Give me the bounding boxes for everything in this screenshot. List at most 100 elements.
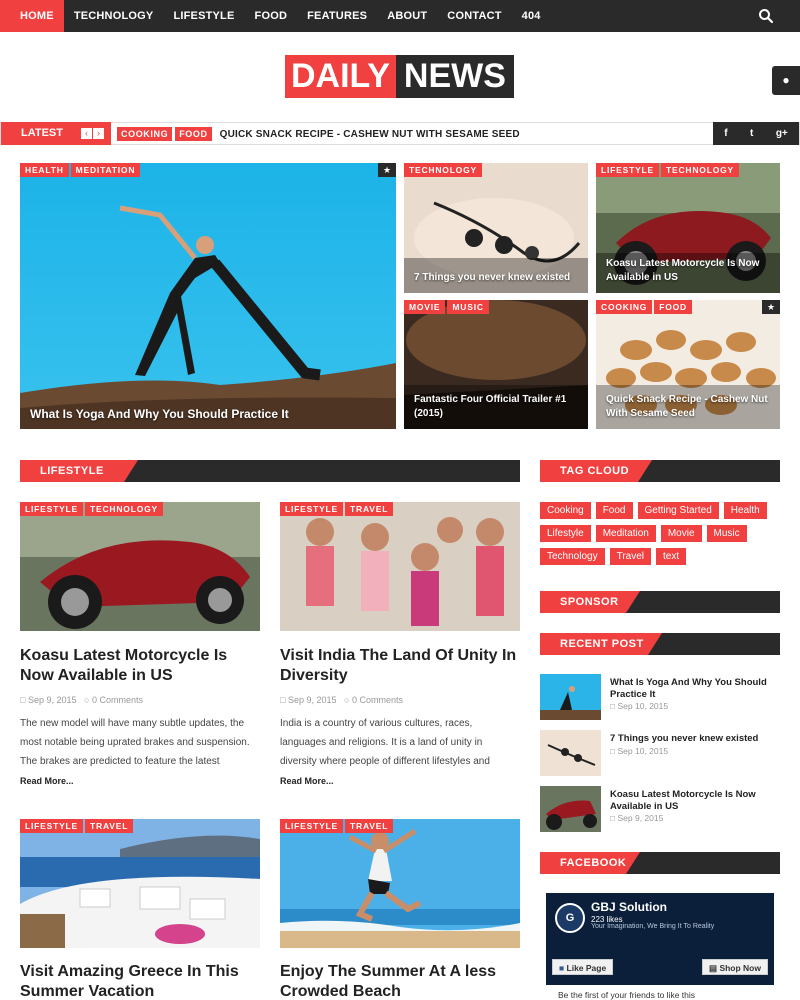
post-thumbnail[interactable]: LIFESTYLE TRAVEL <box>20 819 260 948</box>
tag-cloud-item[interactable]: Meditation <box>595 525 656 542</box>
ticker-tag[interactable]: FOOD <box>175 127 212 141</box>
tag-badge[interactable]: TRAVEL <box>85 819 134 833</box>
tag-cloud-item[interactable]: Music <box>706 525 747 542</box>
recent-post-thumbnail <box>540 730 601 776</box>
like-page-button[interactable]: ■ Like Page <box>552 959 614 975</box>
facebook-page-name[interactable]: GBJ Solution <box>591 900 667 914</box>
recent-post-title[interactable]: Koasu Latest Motorcycle Is Now Available… <box>610 789 775 813</box>
star-icon: ★ <box>762 300 780 314</box>
featured-tile[interactable]: LIFESTYLE TECHNOLOGY Koasu Latest Motorc… <box>596 163 780 293</box>
nav-about[interactable]: ABOUT <box>377 0 437 32</box>
tile-title[interactable]: 7 Things you never knew existed <box>414 271 578 285</box>
tag-badge[interactable]: LIFESTYLE <box>20 502 84 516</box>
recent-post-thumbnail <box>540 786 601 832</box>
latest-ticker: LATEST ‹ › COOKING FOOD QUICK SNACK RECI… <box>0 122 800 145</box>
section-header-lifestyle: LIFESTYLE <box>20 460 520 482</box>
read-more-link[interactable]: Read More... <box>20 776 74 786</box>
tag-badge[interactable]: TECHNOLOGY <box>85 502 163 516</box>
post-title[interactable]: Visit India The Land Of Unity In Diversi… <box>280 646 520 686</box>
featured-tile[interactable]: TECHNOLOGY 7 Things you never knew exist… <box>404 163 588 293</box>
ticker-tag[interactable]: COOKING <box>117 127 173 141</box>
tile-title[interactable]: What Is Yoga And Why You Should Practice… <box>30 407 386 421</box>
tag-badge[interactable]: TRAVEL <box>345 819 394 833</box>
post-comments[interactable]: 0 Comments <box>92 695 143 705</box>
featured-tile[interactable]: MOVIE MUSIC Fantastic Four Official Trai… <box>404 300 588 429</box>
post-comments[interactable]: 0 Comments <box>352 695 403 705</box>
post-title[interactable]: Koasu Latest Motorcycle Is Now Available… <box>20 646 260 686</box>
nav-home[interactable]: HOME <box>0 0 64 32</box>
tag-cloud-item[interactable]: Getting Started <box>637 502 719 519</box>
tag-badge[interactable]: MUSIC <box>447 300 489 314</box>
recent-post-date: □ Sep 10, 2015 <box>610 701 669 711</box>
tag-badge[interactable]: LIFESTYLE <box>280 819 344 833</box>
nav-food[interactable]: FOOD <box>245 0 298 32</box>
tag-cloud-item[interactable]: Lifestyle <box>540 525 591 542</box>
tile-tags: LIFESTYLE TECHNOLOGY <box>596 163 739 177</box>
read-more-link[interactable]: Read More... <box>280 776 334 786</box>
tile-tags: TECHNOLOGY <box>404 163 482 177</box>
tile-tags: HEALTH MEDITATION <box>20 163 141 177</box>
cart-icon: ▤ <box>709 963 718 973</box>
tag-badge[interactable]: TECHNOLOGY <box>661 163 739 177</box>
featured-tile-large[interactable]: HEALTH MEDITATION ★ What Is Yoga And Why… <box>20 163 396 429</box>
tag-cloud-item[interactable]: Technology <box>540 548 605 565</box>
tag-badge[interactable]: TRAVEL <box>345 502 394 516</box>
chevron-left-icon[interactable]: ‹ <box>81 128 92 139</box>
twitter-icon[interactable]: t <box>750 128 753 139</box>
post-date: Sep 9, 2015 <box>27 695 77 705</box>
recent-post-date: □ Sep 10, 2015 <box>610 746 669 756</box>
tile-title[interactable]: Fantastic Four Official Trailer #1 (2015… <box>414 393 578 421</box>
tile-title[interactable]: Quick Snack Recipe - Cashew Nut With Ses… <box>606 393 770 421</box>
drop-icon[interactable]: ● <box>772 66 800 95</box>
nav-contact[interactable]: CONTACT <box>437 0 511 32</box>
ticker-content[interactable]: COOKING FOOD QUICK SNACK RECIPE - CASHEW… <box>117 127 520 141</box>
calendar-icon: □ <box>280 695 286 705</box>
tag-cloud-item[interactable]: Travel <box>609 548 652 565</box>
tile-title[interactable]: Koasu Latest Motorcycle Is Now Available… <box>606 257 770 285</box>
nav-features[interactable]: FEATURES <box>297 0 377 32</box>
tag-badge[interactable]: LIFESTYLE <box>20 819 84 833</box>
post-thumbnail[interactable]: LIFESTYLE TECHNOLOGY <box>20 502 260 631</box>
post-title[interactable]: Visit Amazing Greece In This Summer Vaca… <box>20 962 260 1000</box>
tag-cloud-item[interactable]: Health <box>723 502 767 519</box>
recent-post-item[interactable]: Koasu Latest Motorcycle Is Now Available… <box>540 786 780 834</box>
search-icon[interactable] <box>758 8 774 24</box>
comment-icon: ○ <box>84 695 90 705</box>
tag-badge[interactable]: MOVIE <box>404 300 446 314</box>
ticker-headline[interactable]: QUICK SNACK RECIPE - CASHEW NUT WITH SES… <box>220 129 520 140</box>
tag-cloud-item[interactable]: Food <box>595 502 633 519</box>
tile-tags: COOKING FOOD <box>596 300 692 314</box>
tag-badge[interactable]: TECHNOLOGY <box>404 163 482 177</box>
facebook-icon[interactable]: f <box>724 128 727 139</box>
featured-tile[interactable]: COOKING FOOD ★ Quick Snack Recipe - Cash… <box>596 300 780 429</box>
recent-post-item[interactable]: 7 Things you never knew existed □ Sep 10… <box>540 730 780 778</box>
tag-cloud-item[interactable]: Movie <box>660 525 702 542</box>
tag-badge[interactable]: FOOD <box>654 300 692 314</box>
tile-tags: LIFESTYLE TECHNOLOGY <box>20 502 163 516</box>
tag-badge[interactable]: MEDITATION <box>70 163 141 177</box>
site-logo[interactable]: DAILY NEWS <box>285 55 514 98</box>
chevron-right-icon[interactable]: › <box>93 128 104 139</box>
recent-post-title[interactable]: 7 Things you never knew existed <box>610 733 775 745</box>
nav-lifestyle[interactable]: LIFESTYLE <box>163 0 244 32</box>
post-thumbnail[interactable]: LIFESTYLE TRAVEL <box>280 819 520 948</box>
shop-now-label: Shop Now <box>719 963 761 973</box>
section-title: LIFESTYLE <box>20 460 138 482</box>
google-plus-icon[interactable]: g+ <box>776 128 788 139</box>
nav-404[interactable]: 404 <box>512 0 551 32</box>
tag-cloud-item[interactable]: text <box>656 548 687 565</box>
post-title[interactable]: Enjoy The Summer At A less Crowded Beach <box>280 962 520 1000</box>
yoga-image <box>20 163 396 429</box>
recent-post-thumbnail <box>540 674 601 720</box>
post-thumbnail[interactable]: LIFESTYLE TRAVEL <box>280 502 520 631</box>
recent-post-title[interactable]: What Is Yoga And Why You Should Practice… <box>610 677 775 701</box>
tag-badge[interactable]: COOKING <box>596 300 653 314</box>
tag-badge[interactable]: LIFESTYLE <box>596 163 660 177</box>
tag-cloud-item[interactable]: Cooking <box>540 502 591 519</box>
nav-technology[interactable]: TECHNOLOGY <box>64 0 164 32</box>
tag-badge[interactable]: HEALTH <box>20 163 69 177</box>
recent-post-item[interactable]: What Is Yoga And Why You Should Practice… <box>540 674 780 722</box>
section-header-tag-cloud: TAG CLOUD <box>540 460 780 482</box>
shop-now-button[interactable]: ▤ Shop Now <box>702 959 768 975</box>
tag-badge[interactable]: LIFESTYLE <box>280 502 344 516</box>
